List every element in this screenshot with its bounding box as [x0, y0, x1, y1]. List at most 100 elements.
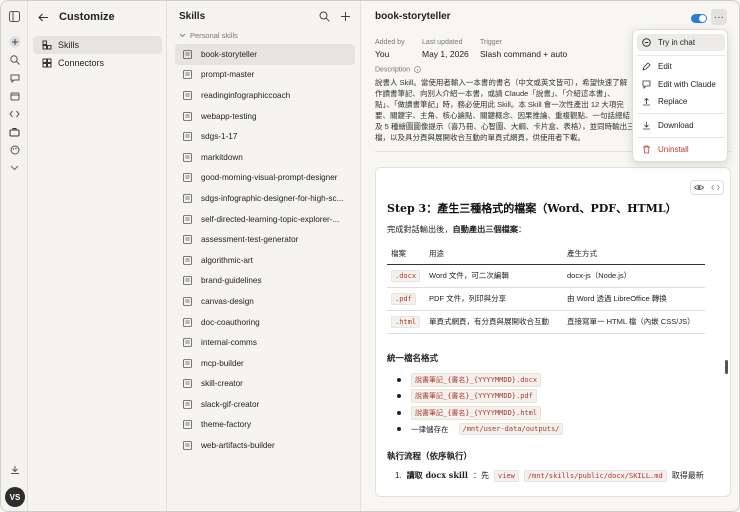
list-item: 說書筆記_{書名}_{YYYYMMDD}.pdf [387, 388, 717, 405]
skill-name: self-directed-learning-topic-explorer-..… [201, 214, 340, 224]
skill-name: webapp-testing [201, 111, 257, 121]
palette-icon[interactable] [8, 143, 21, 156]
updated-value: May 1, 2026 [422, 49, 469, 59]
search-icon[interactable] [8, 53, 21, 66]
skill-name: doc-coauthoring [201, 317, 260, 327]
skill-list-item[interactable]: internal-comms [175, 332, 355, 353]
skills-panel: Skills Personal skills book-storyteller p… [167, 1, 361, 511]
skill-options-menu: Try in chat Edit Edit with Claude Replac… [632, 29, 728, 162]
menu-item-replace[interactable]: Replace [637, 93, 725, 110]
flow-heading: 執行流程（依序執行） [387, 451, 473, 462]
icon-rail: VS [1, 1, 28, 511]
skill-list-item[interactable]: readinginfographiccoach [175, 85, 355, 106]
document-icon [183, 173, 192, 183]
menu-divider [637, 113, 725, 114]
claude-chat-icon [642, 80, 651, 89]
menu-item-edit-with-claude[interactable]: Edit with Claude [637, 76, 725, 93]
skill-list-item[interactable]: sdgs-1-17 [175, 126, 355, 147]
naming-heading: 統一檔名格式 [387, 353, 439, 364]
menu-divider [637, 55, 725, 56]
table-row: .html 單頁式網頁，有分頁與展開收合互動 直接寫單一 HTML 檔（內嵌 C… [387, 310, 705, 334]
more-options-button[interactable]: ··· [711, 9, 727, 25]
chats-icon[interactable] [8, 71, 21, 84]
customize-icon[interactable] [8, 125, 21, 138]
skill-list-item[interactable]: web-artifacts-builder [175, 435, 355, 456]
trigger-value: Slash command + auto [480, 49, 568, 59]
nav-item-label: Skills [58, 40, 80, 50]
scrollbar[interactable] [725, 360, 728, 374]
document-icon [183, 152, 192, 162]
document-icon [183, 194, 192, 203]
trigger-label: Trigger [480, 39, 502, 46]
menu-item-label: Edit with Claude [658, 80, 716, 89]
code-view-icon[interactable] [707, 181, 723, 194]
document-icon [183, 338, 192, 348]
document-icon [183, 399, 192, 409]
menu-item-label: Replace [658, 97, 688, 106]
menu-item-try-in-chat[interactable]: Try in chat [637, 34, 725, 51]
skill-list-item[interactable]: canvas-design [175, 291, 355, 312]
skill-list-item[interactable]: webapp-testing [175, 106, 355, 127]
sidebar-toggle-icon[interactable] [8, 10, 21, 23]
skill-list-item[interactable]: book-storyteller [175, 44, 355, 65]
menu-item-edit[interactable]: Edit [637, 58, 725, 75]
skill-name: internal-comms [201, 338, 257, 348]
skill-name: algorithmic-art [201, 255, 253, 265]
skill-name: readinginfographiccoach [201, 90, 291, 100]
document-icon [183, 255, 192, 265]
skill-list: book-storyteller prompt-master readinginfo… [175, 44, 355, 456]
chevron-down-icon[interactable] [8, 161, 21, 174]
skill-name: sdgs-1-17 [201, 132, 238, 142]
code-icon[interactable] [8, 107, 21, 120]
projects-icon[interactable] [8, 89, 21, 102]
skill-list-item[interactable]: good-morning-visual-prompt-designer [175, 168, 355, 189]
list-item: 說書筆記_{書名}_{YYYYMMDD}.docx [387, 372, 717, 389]
skill-list-item[interactable]: self-directed-learning-topic-explorer-..… [175, 209, 355, 230]
add-skill-icon[interactable] [340, 11, 351, 22]
avatar[interactable]: VS [5, 487, 25, 507]
nav-item-connectors[interactable]: Connectors [33, 54, 162, 72]
preview-eye-icon[interactable] [691, 181, 707, 194]
document-icon [183, 420, 192, 430]
skill-list-item[interactable]: markitdown [175, 147, 355, 168]
skill-name: prompt-master [201, 70, 255, 80]
formats-table: 檔案 用途 產生方式 .docx Word 文件，可二次編輯 docx-js（N… [387, 244, 705, 334]
skill-name: brand-guidelines [201, 276, 262, 286]
skill-list-item[interactable]: mcp-builder [175, 353, 355, 374]
skill-list-item[interactable]: slack-gif-creator [175, 394, 355, 415]
menu-item-label: Uninstall [658, 145, 689, 154]
menu-item-uninstall[interactable]: Uninstall [637, 141, 725, 158]
info-icon[interactable] [414, 66, 421, 73]
skill-content-card: Step 3：產生三種格式的檔案（Word、PDF、HTML） 完成對話輸出後，… [375, 167, 731, 497]
view-toggle [690, 180, 724, 195]
list-item: 說書筆記_{書名}_{YYYYMMDD}.html [387, 405, 717, 422]
document-icon [183, 317, 192, 327]
added-by-label: Added by [375, 39, 405, 46]
skill-list-item[interactable]: algorithmic-art [175, 250, 355, 271]
skill-list-item[interactable]: doc-coauthoring [175, 312, 355, 333]
step-heading: Step 3：產生三種格式的檔案（Word、PDF、HTML） [387, 202, 677, 215]
section-personal-skills[interactable]: Personal skills [179, 31, 238, 40]
skill-list-item[interactable]: brand-guidelines [175, 271, 355, 292]
intro-paragraph: 完成對話輸出後，自動產出三個檔案： [387, 225, 527, 234]
search-icon[interactable] [319, 11, 330, 22]
nav-item-skills[interactable]: Skills [33, 36, 162, 54]
skill-list-item[interactable]: assessment-test-generator [175, 229, 355, 250]
skill-list-item[interactable]: theme-factory [175, 415, 355, 436]
skill-list-item[interactable]: sdgs-infographic-designer-for-high-sc... [175, 188, 355, 209]
app-window: VS Customize Skills Connectors Skills Pe… [0, 0, 740, 512]
skill-list-item[interactable]: prompt-master [175, 65, 355, 86]
menu-item-download[interactable]: Download [637, 117, 725, 134]
menu-item-label: Edit [658, 62, 672, 71]
enable-toggle[interactable] [691, 14, 707, 23]
skill-name: skill-creator [201, 379, 243, 389]
document-icon [183, 276, 192, 286]
skill-name: good-morning-visual-prompt-designer [201, 173, 338, 183]
document-icon [183, 132, 192, 142]
back-arrow-icon[interactable] [38, 13, 49, 22]
description-text: 說書人 Skill。當使用者輸入一本書的書名（中文或英文皆可），希望快速了解 作… [375, 78, 635, 142]
skill-list-item[interactable]: skill-creator [175, 374, 355, 395]
new-chat-icon[interactable] [8, 35, 21, 48]
section-label: Personal skills [190, 31, 238, 40]
download-app-icon[interactable] [8, 463, 21, 476]
